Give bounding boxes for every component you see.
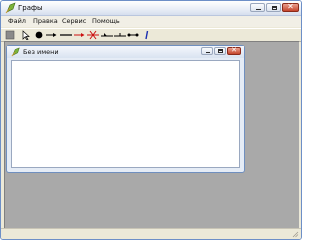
edge-endpoints-tool-button[interactable] [127,30,139,40]
child-window-title: Без имени [23,48,59,56]
minimize-button[interactable] [250,3,265,12]
main-window: Графы ✕ Файл Правка Сервис Помощь Без им… [0,0,302,240]
menu-file[interactable]: Файл [8,16,26,27]
directed-edge-tool-button[interactable] [46,30,58,40]
menu-service[interactable]: Сервис [62,16,86,27]
close-icon: ✕ [287,2,294,11]
child-title-bar[interactable]: Без имени ✕ [7,46,244,58]
main-title-bar[interactable]: Графы ✕ [1,1,301,16]
child-close-button[interactable]: ✕ [227,46,241,55]
maximize-button[interactable] [266,3,281,12]
main-window-title: Графы [18,4,43,12]
minimize-icon [206,52,210,53]
toolbar [1,28,301,42]
main-window-controls: ✕ [250,2,299,12]
edge-arrow-tool-icon [101,33,113,37]
arc-tool-button[interactable] [74,30,86,40]
square-tool-icon [5,30,15,40]
minimize-icon [256,9,261,10]
graph-canvas[interactable] [11,60,240,168]
menu-edit[interactable]: Правка [33,16,58,27]
edge-split-tool-button[interactable] [114,30,126,40]
status-bar [1,228,301,239]
delete-edge-tool-icon [87,30,99,40]
child-minimize-button[interactable] [201,47,213,55]
directed-edge-tool-icon [46,33,57,37]
child-window-controls: ✕ [201,46,241,55]
menu-bar: Файл Правка Сервис Помощь [1,16,301,27]
edge-arrow-tool-button[interactable] [101,30,113,40]
edge-tool-icon [60,34,72,36]
app-icon [5,2,16,14]
pointer-tool-button[interactable] [21,30,31,40]
resize-grip-icon[interactable] [292,231,299,238]
menu-help[interactable]: Помощь [92,16,120,27]
edge-split-tool-icon [114,33,126,37]
document-icon [11,47,20,57]
vertex-tool-icon [35,31,43,39]
edge-tool-button[interactable] [60,30,72,40]
info-tool-icon [145,30,149,40]
vertex-tool-button[interactable] [34,30,44,40]
child-maximize-button[interactable] [214,47,226,55]
maximize-icon [272,6,277,10]
close-button[interactable]: ✕ [282,2,299,12]
square-tool-button[interactable] [5,30,15,40]
arc-tool-icon [74,33,85,37]
delete-edge-tool-button[interactable] [87,30,99,40]
edge-endpoints-tool-icon [127,33,139,37]
child-window: Без имени ✕ [6,45,245,173]
maximize-icon [218,49,223,53]
pointer-tool-icon [22,30,30,40]
close-icon: ✕ [231,46,237,54]
info-tool-button[interactable] [144,30,150,40]
